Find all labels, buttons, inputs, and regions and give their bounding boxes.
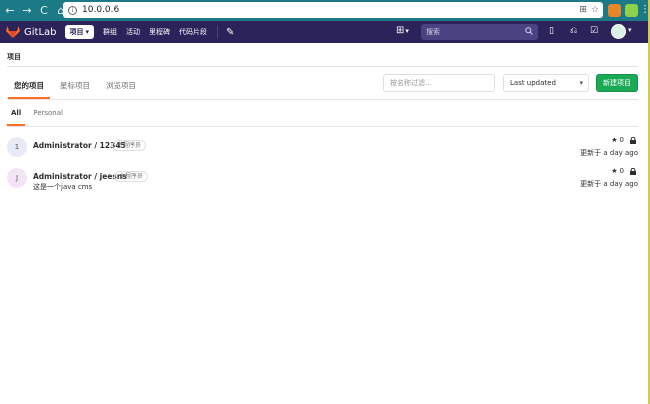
tab-starred-projects[interactable]: 星标项目 xyxy=(60,80,90,91)
breadcrumb[interactable]: 项目 xyxy=(7,52,21,62)
brand-name[interactable]: GitLab xyxy=(24,27,57,38)
project-avatar[interactable]: 1 xyxy=(7,137,27,157)
project-name-link[interactable]: Administrator / jeesns xyxy=(33,172,127,181)
back-icon[interactable]: ← xyxy=(3,4,17,18)
role-badge: 主程序员 xyxy=(114,171,149,182)
panel-icon[interactable]: ▯ xyxy=(549,26,554,36)
updated-time: 更新于 a day ago xyxy=(580,149,638,157)
info-icon[interactable]: i xyxy=(68,5,77,15)
subtab-personal[interactable]: Personal xyxy=(33,109,63,117)
star-icon[interactable]: ★ xyxy=(611,136,617,144)
star-count: 0 xyxy=(619,167,624,175)
subtab-all[interactable]: All xyxy=(6,109,26,126)
url-text[interactable]: 10.0.0.6 xyxy=(82,5,119,15)
translate-icon[interactable]: ⊞ xyxy=(579,4,587,16)
project-stats: ★ 0 xyxy=(611,136,636,144)
reload-icon[interactable]: C xyxy=(37,4,51,18)
plus-icon: ⊞ xyxy=(396,25,405,36)
lock-icon xyxy=(630,136,636,144)
filter-subtabs: All Personal xyxy=(6,109,63,126)
bookmark-star-icon[interactable]: ☆ xyxy=(591,4,599,16)
project-avatar[interactable]: J xyxy=(7,168,27,188)
nav-groups[interactable]: 群组 xyxy=(103,27,117,37)
chevron-down-icon: ▾ xyxy=(85,28,90,36)
nav-divider xyxy=(217,25,219,39)
extension-icon[interactable] xyxy=(608,4,621,17)
updated-time: 更新于 a day ago xyxy=(580,180,638,188)
divider xyxy=(7,66,638,67)
filter-by-name-input[interactable]: 按名称过滤... xyxy=(383,74,495,92)
lock-icon xyxy=(630,167,636,175)
nav-snippets[interactable]: 代码片段 xyxy=(179,27,207,37)
project-stats: ★ 0 xyxy=(611,167,636,175)
star-icon[interactable]: ★ xyxy=(611,167,617,175)
gitlab-navbar: GitLab 项目 ▾ 群组 活动 里程碑 代码片段 ✎ ⊞ ▾ 搜索 ▯ ⎌ … xyxy=(0,21,650,43)
nav-projects-dropdown[interactable]: 项目 ▾ xyxy=(64,25,95,39)
star-count: 0 xyxy=(619,136,624,144)
new-dropdown-button[interactable]: ⊞ ▾ xyxy=(396,25,409,37)
gitlab-logo-icon[interactable] xyxy=(6,26,20,38)
role-badge: 主程序员 xyxy=(112,140,147,151)
tab-explore-projects[interactable]: 浏览项目 xyxy=(106,80,136,91)
browser-toolbar: ← → C ⌂ i 10.0.0.6 ⊞ ☆ ⋮ xyxy=(0,0,650,21)
search-box[interactable]: 搜索 xyxy=(421,24,538,40)
todo-icon[interactable]: ☑ xyxy=(590,26,598,36)
chevron-down-icon[interactable]: ▾ xyxy=(628,26,632,34)
project-row[interactable]: J Administrator / jeesns 主程序员 这是一个java c… xyxy=(7,166,638,194)
project-tabs: 您的项目 星标项目 浏览项目 xyxy=(8,80,136,99)
project-row[interactable]: 1 Administrator / 12345 主程序员 ★ 0 更新于 a d… xyxy=(7,135,638,163)
address-bar[interactable]: i 10.0.0.6 ⊞ ☆ xyxy=(63,2,603,18)
chevron-down-icon: ▾ xyxy=(579,79,583,87)
user-avatar[interactable] xyxy=(611,24,626,39)
admin-wrench-icon[interactable]: ✎ xyxy=(226,27,234,38)
extension-icon[interactable] xyxy=(625,4,638,17)
chevron-down-icon: ▾ xyxy=(405,27,409,35)
project-description: 这是一个java cms xyxy=(33,183,93,191)
new-project-button[interactable]: 新建项目 xyxy=(596,74,638,92)
sort-value: Last updated xyxy=(510,79,556,87)
divider xyxy=(7,126,638,127)
search-input[interactable]: 搜索 xyxy=(426,27,440,37)
nav-projects-label: 项目 xyxy=(69,28,84,36)
nav-milestones[interactable]: 里程碑 xyxy=(149,27,170,37)
divider xyxy=(7,99,638,100)
sort-dropdown[interactable]: Last updated ▾ xyxy=(503,74,589,92)
merge-request-icon[interactable]: ⎌ xyxy=(570,26,577,36)
forward-icon[interactable]: → xyxy=(20,4,34,18)
search-icon xyxy=(525,27,533,35)
tab-your-projects[interactable]: 您的项目 xyxy=(8,80,50,99)
nav-activity[interactable]: 活动 xyxy=(126,27,140,37)
